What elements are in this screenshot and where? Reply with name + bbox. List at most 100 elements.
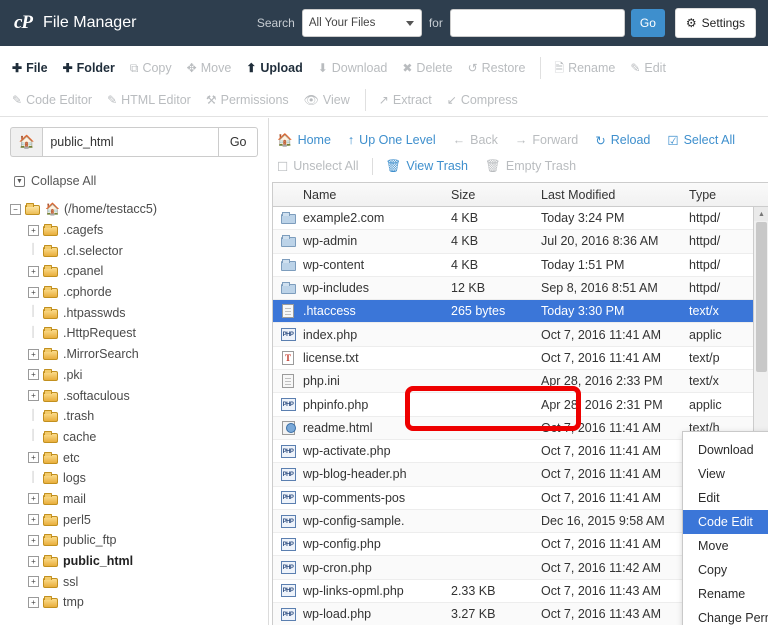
tree-node-tmp[interactable]: +tmp xyxy=(0,592,268,613)
expand-icon[interactable]: + xyxy=(28,369,39,380)
path-input[interactable] xyxy=(42,127,219,157)
toolbar-copy-button: ⧉Copy xyxy=(130,61,172,75)
cell-name: wp-load.php xyxy=(303,607,451,621)
table-row[interactable]: Tlicense.txtOct 7, 2016 11:41 AMtext/p xyxy=(273,347,768,370)
path-bar: 🏠 Go xyxy=(10,127,258,157)
toolbar-folder-button[interactable]: ✚Folder xyxy=(63,61,115,75)
path-home-button[interactable]: 🏠 xyxy=(10,127,42,157)
expand-icon[interactable]: + xyxy=(28,597,39,608)
cell-name: wp-blog-header.ph xyxy=(303,467,451,481)
expand-icon[interactable]: + xyxy=(28,493,39,504)
context-menu-change-permissions-item[interactable]: Change Permissions xyxy=(683,606,768,625)
expand-icon[interactable]: + xyxy=(28,287,39,298)
page-title: File Manager xyxy=(43,14,136,32)
settings-button[interactable]: ⚙ Settings xyxy=(675,8,756,38)
file-icon-cell: PHP xyxy=(273,468,303,481)
expand-icon[interactable]: + xyxy=(28,390,39,401)
table-row[interactable]: .htaccess265 bytesToday 3:30 PMtext/x xyxy=(273,300,768,323)
cell-modified: Oct 7, 2016 11:41 AM xyxy=(541,444,689,458)
toolbar-download-button: ⬇Download xyxy=(318,61,388,75)
collapse-icon[interactable]: − xyxy=(10,204,21,215)
file-icon-cell: PHP xyxy=(273,561,303,574)
column-header-name[interactable]: Name xyxy=(303,188,451,202)
context-menu-view-item[interactable]: View xyxy=(683,462,768,486)
tree-node-perl5[interactable]: +perl5 xyxy=(0,509,268,530)
table-row[interactable]: wp-content4 KBToday 1:51 PMhttpd/ xyxy=(273,254,768,277)
nav-back-link: ←Back xyxy=(453,133,498,147)
nav-link-label: Back xyxy=(470,133,498,147)
folder-icon xyxy=(281,259,296,271)
tree-node-softaculous[interactable]: +.softaculous xyxy=(0,385,268,406)
search-scope-select[interactable]: All Your Files xyxy=(302,9,422,37)
tree-node-cpanel[interactable]: +.cpanel xyxy=(0,261,268,282)
tree-node-public-html[interactable]: +public_html xyxy=(0,551,268,572)
table-row[interactable]: PHPindex.phpOct 7, 2016 11:41 AMapplic xyxy=(273,323,768,346)
column-header-type[interactable]: Type xyxy=(689,188,768,202)
path-go-button[interactable]: Go xyxy=(219,127,258,157)
nav-home-link[interactable]: 🏠Home xyxy=(277,133,331,148)
folder-icon xyxy=(43,224,58,236)
expand-icon[interactable]: + xyxy=(28,576,39,587)
cell-name: wp-admin xyxy=(303,234,451,248)
toolbar-file-button[interactable]: ✚File xyxy=(12,61,48,75)
file-icon-cell xyxy=(273,421,303,435)
tree-node-cl-selector[interactable]: │.cl.selector xyxy=(0,240,268,261)
expand-icon[interactable]: + xyxy=(28,556,39,567)
expand-icon[interactable]: + xyxy=(28,535,39,546)
context-menu-code-edit-item[interactable]: Code Edit xyxy=(683,510,768,534)
folder-icon xyxy=(43,534,58,546)
tree-node-etc[interactable]: +etc xyxy=(0,447,268,468)
directory-tree: −🏠(/home/testacc5)+.cagefs│.cl.selector+… xyxy=(0,199,268,613)
eye-icon: 👁 xyxy=(304,94,319,106)
expand-icon[interactable]: + xyxy=(28,452,39,463)
search-go-button[interactable]: Go xyxy=(631,9,665,37)
tree-node-mirrorsearch[interactable]: +.MirrorSearch xyxy=(0,344,268,365)
collapse-all-button[interactable]: ▼ Collapse All xyxy=(14,174,268,188)
cell-name: wp-cron.php xyxy=(303,561,451,575)
tree-node-httprequest[interactable]: │.HttpRequest xyxy=(0,323,268,344)
expand-icon[interactable]: + xyxy=(28,225,39,236)
table-row[interactable]: PHPphpinfo.phpApr 28, 2016 2:31 PMapplic xyxy=(273,393,768,416)
toolbar-upload-button[interactable]: ⬆Upload xyxy=(246,61,302,75)
context-menu-copy-item[interactable]: Copy xyxy=(683,558,768,582)
column-header-last-modified[interactable]: Last Modified xyxy=(541,188,689,202)
tree-node-htpasswds[interactable]: │.htpasswds xyxy=(0,302,268,323)
nav-select-all-link[interactable]: ☑Select All xyxy=(667,133,735,148)
nav-view-trash-link[interactable]: 🗑View Trash xyxy=(386,159,468,174)
tree-node-pki[interactable]: +.pki xyxy=(0,365,268,386)
context-menu-edit-item[interactable]: Edit xyxy=(683,486,768,510)
tree-node-cphorde[interactable]: +.cphorde xyxy=(0,282,268,303)
context-menu-download-item[interactable]: Download xyxy=(683,438,768,462)
cell-name: .htaccess xyxy=(303,304,451,318)
scroll-up-icon[interactable]: ▲ xyxy=(754,207,768,221)
expand-icon[interactable]: + xyxy=(28,349,39,360)
expand-icon[interactable]: + xyxy=(28,266,39,277)
folder-icon xyxy=(43,431,58,443)
tree-node-ssl[interactable]: +ssl xyxy=(0,571,268,592)
tree-node-cagefs[interactable]: +.cagefs xyxy=(0,220,268,241)
expand-icon[interactable]: + xyxy=(28,514,39,525)
context-menu-rename-item[interactable]: Rename xyxy=(683,582,768,606)
restore-icon: ↺ xyxy=(468,62,478,74)
scrollbar-thumb[interactable] xyxy=(756,222,767,372)
table-row[interactable]: example2.com4 KBToday 3:24 PMhttpd/ xyxy=(273,207,768,230)
table-row[interactable]: wp-includes12 KBSep 8, 2016 8:51 AMhttpd… xyxy=(273,277,768,300)
nav-up-one-level-link[interactable]: ↑Up One Level xyxy=(348,133,436,147)
search-for-label: for xyxy=(429,16,443,30)
context-menu-move-item[interactable]: Move xyxy=(683,534,768,558)
search-input[interactable] xyxy=(450,9,625,37)
tree-node-home-testacc5[interactable]: −🏠(/home/testacc5) xyxy=(0,199,268,220)
file-icon-cell: PHP xyxy=(273,538,303,551)
cell-modified: Apr 28, 2016 2:33 PM xyxy=(541,374,689,388)
column-header-size[interactable]: Size xyxy=(451,188,541,202)
tree-node-mail[interactable]: +mail xyxy=(0,489,268,510)
nav-forward-link: →Forward xyxy=(515,133,578,147)
tree-node-public-ftp[interactable]: +public_ftp xyxy=(0,530,268,551)
tree-node-cache[interactable]: │cache xyxy=(0,427,268,448)
collapse-all-label: Collapse All xyxy=(31,174,96,188)
table-row[interactable]: php.iniApr 28, 2016 2:33 PMtext/x xyxy=(273,370,768,393)
tree-node-logs[interactable]: │logs xyxy=(0,468,268,489)
tree-node-trash[interactable]: │.trash xyxy=(0,406,268,427)
table-row[interactable]: wp-admin4 KBJul 20, 2016 8:36 AMhttpd/ xyxy=(273,230,768,253)
nav-reload-link[interactable]: ↻Reload xyxy=(595,133,650,148)
